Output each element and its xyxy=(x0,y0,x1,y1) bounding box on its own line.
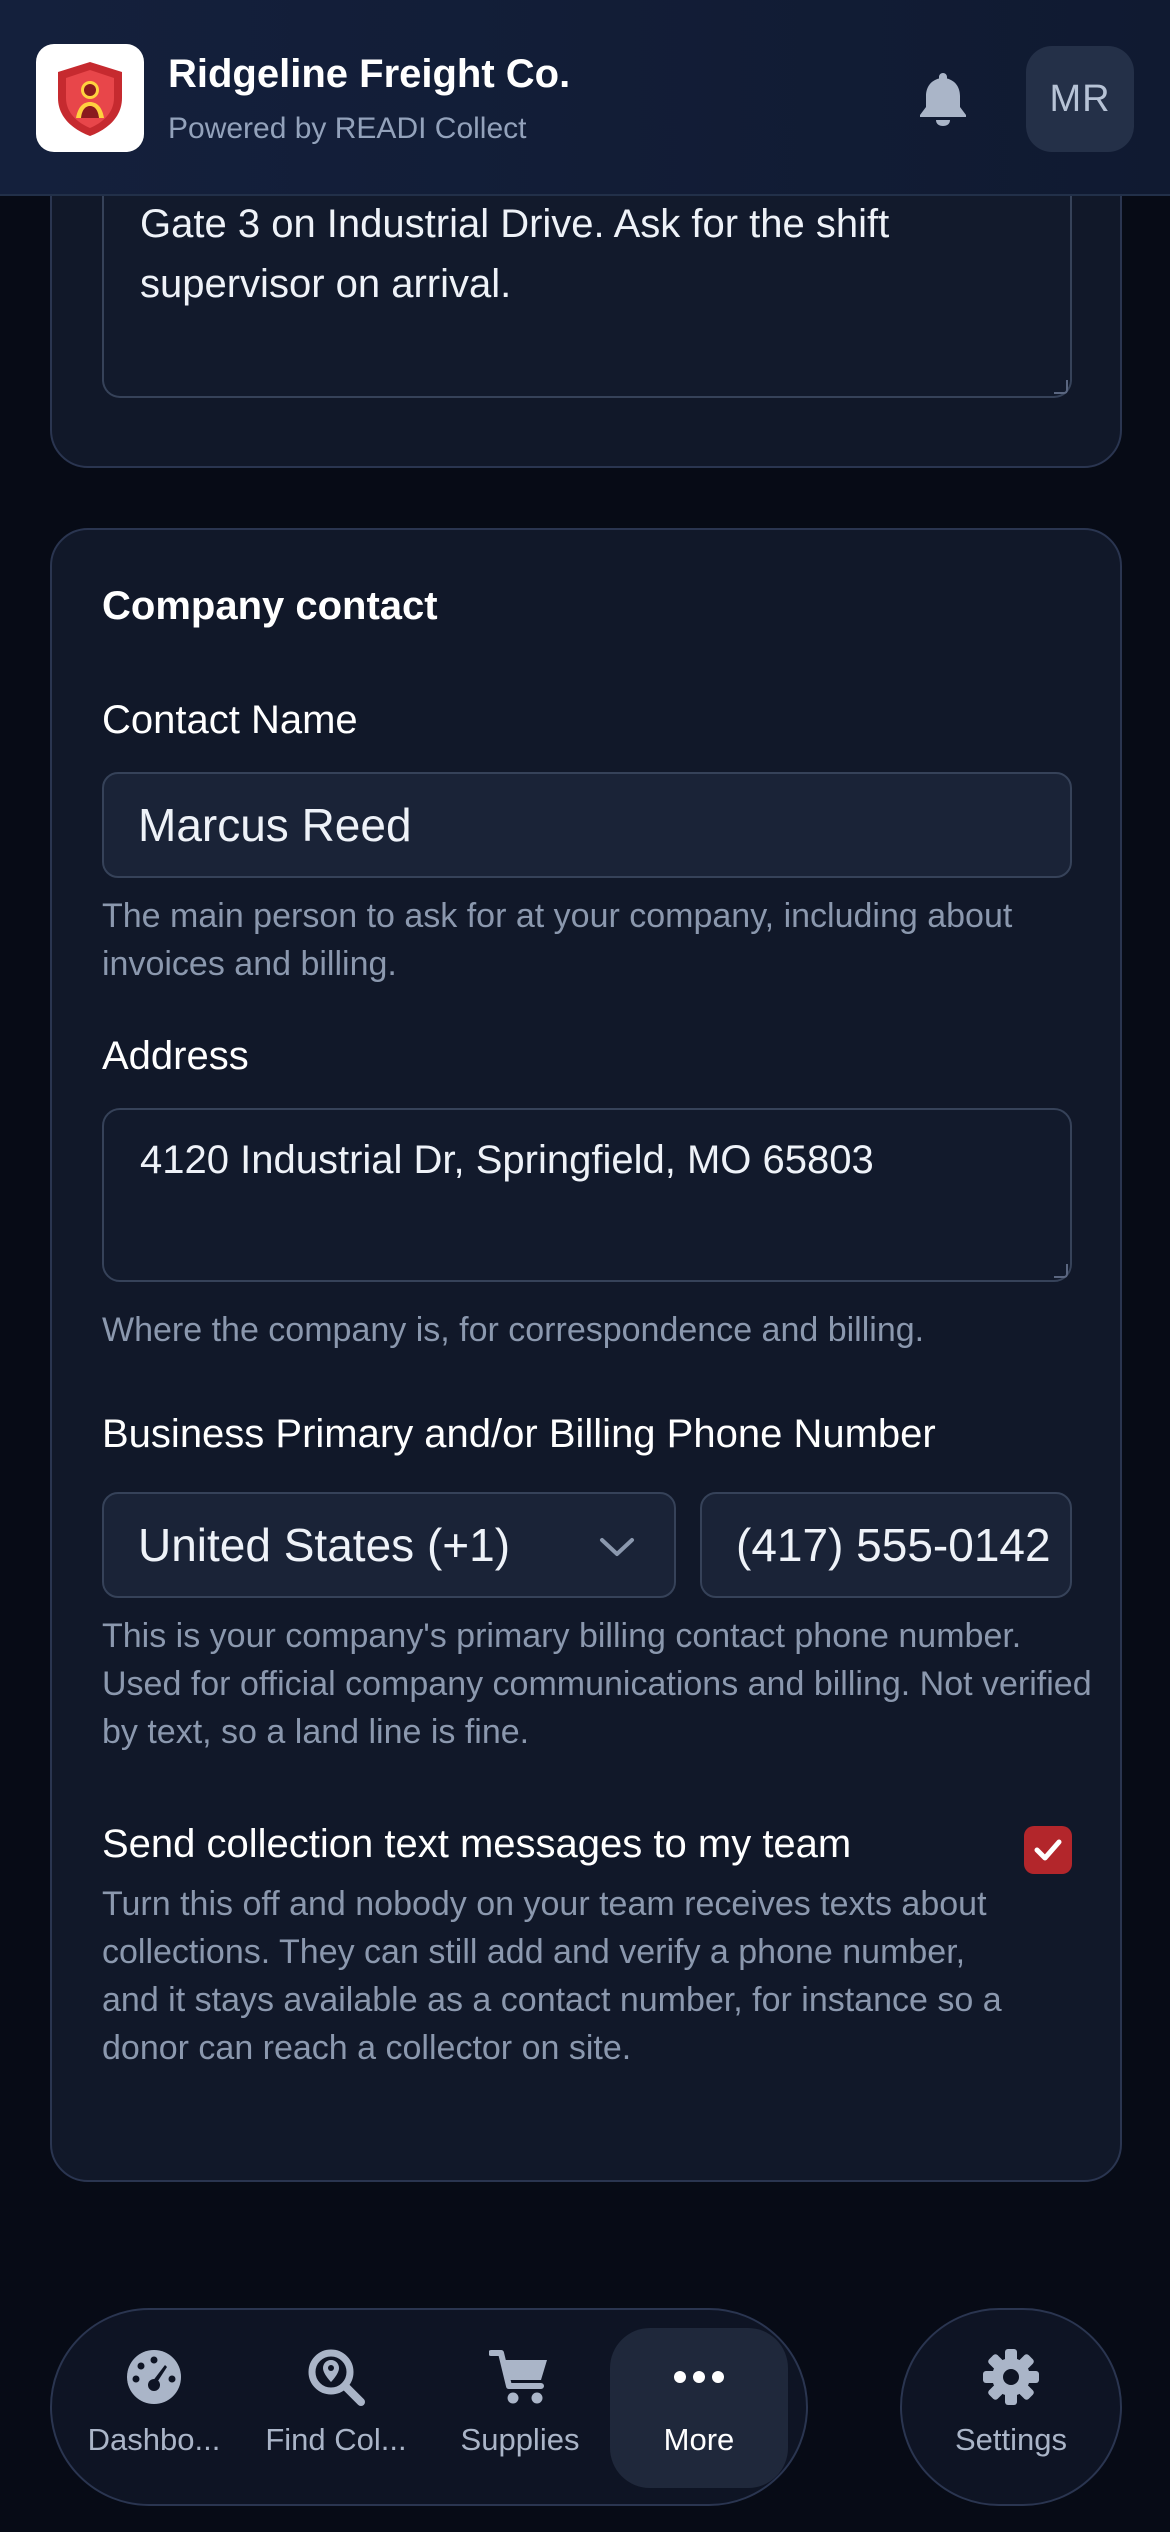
nav-label: Find Col... xyxy=(265,2422,407,2457)
gauge-icon xyxy=(127,2350,181,2404)
nav-item-dashboard[interactable]: Dashbo... xyxy=(66,2328,242,2488)
address-textarea[interactable]: 4120 Industrial Dr, Springfield, MO 6580… xyxy=(102,1108,1072,1282)
country-code-value: United States (+1) xyxy=(138,1519,511,1571)
country-code-select[interactable]: United States (+1) xyxy=(102,1492,676,1598)
sms-toggle-label: Send collection text messages to my team xyxy=(102,1822,852,1866)
section-title: Company contact xyxy=(102,584,438,628)
shield-logo-icon xyxy=(58,62,122,136)
phone-number-value: (417) 555-0142 xyxy=(736,1519,1051,1571)
ellipsis-icon xyxy=(674,2371,724,2383)
address-label: Address xyxy=(102,1034,249,1078)
cart-icon xyxy=(489,2350,547,2404)
address-value: 4120 Industrial Dr, Springfield, MO 6580… xyxy=(140,1138,874,1182)
resize-handle[interactable] xyxy=(1054,1264,1068,1278)
contact-name-value: Marcus Reed xyxy=(138,799,412,851)
sms-checkbox[interactable] xyxy=(1024,1826,1072,1874)
nav-item-settings[interactable]: Settings xyxy=(900,2308,1122,2506)
nav-label: Settings xyxy=(954,2422,1067,2457)
resize-handle[interactable] xyxy=(1054,380,1068,394)
brand-subtitle: Powered by READI Collect xyxy=(168,112,527,145)
app-header: Ridgeline Freight Co. Powered by READI C… xyxy=(0,0,1170,196)
check-icon xyxy=(1034,1839,1062,1861)
contact-name-help: The main person to ask for at your compa… xyxy=(102,897,1013,983)
bottom-nav: Dashbo... Find Col... Supplies More xyxy=(50,2308,808,2506)
map-search-icon xyxy=(308,2349,365,2406)
address-help: Where the company is, for correspondence… xyxy=(102,1311,925,1349)
nav-label: Supplies xyxy=(460,2422,580,2457)
company-contact-card: Company contact Contact Name Marcus Reed… xyxy=(50,528,1122,2182)
nav-label: Dashbo... xyxy=(87,2422,221,2457)
sms-help: Turn this off and nobody on your team re… xyxy=(102,1885,1002,2067)
contact-name-label: Contact Name xyxy=(102,698,358,742)
phone-label: Business Primary and/or Billing Phone Nu… xyxy=(102,1412,936,1456)
nav-item-find-collectors[interactable]: Find Col... xyxy=(248,2328,424,2488)
notifications-button[interactable] xyxy=(908,64,978,134)
company-logo[interactable] xyxy=(36,44,144,152)
phone-number-input[interactable]: (417) 555-0142 xyxy=(700,1492,1072,1598)
nav-item-more[interactable]: More xyxy=(610,2328,788,2488)
contact-name-input[interactable]: Marcus Reed xyxy=(102,772,1072,878)
nav-item-supplies[interactable]: Supplies xyxy=(432,2328,608,2488)
bell-icon xyxy=(920,73,966,126)
phone-help: This is your company's primary billing c… xyxy=(102,1617,1092,1751)
brand-name: Ridgeline Freight Co. xyxy=(168,52,571,96)
chevron-down-icon xyxy=(600,1538,634,1556)
gear-icon xyxy=(983,2349,1039,2405)
site-notes-value: Gate 3 on Industrial Drive. Ask for the … xyxy=(140,202,890,306)
nav-label: More xyxy=(663,2422,735,2457)
user-avatar[interactable]: MR xyxy=(1026,46,1134,152)
